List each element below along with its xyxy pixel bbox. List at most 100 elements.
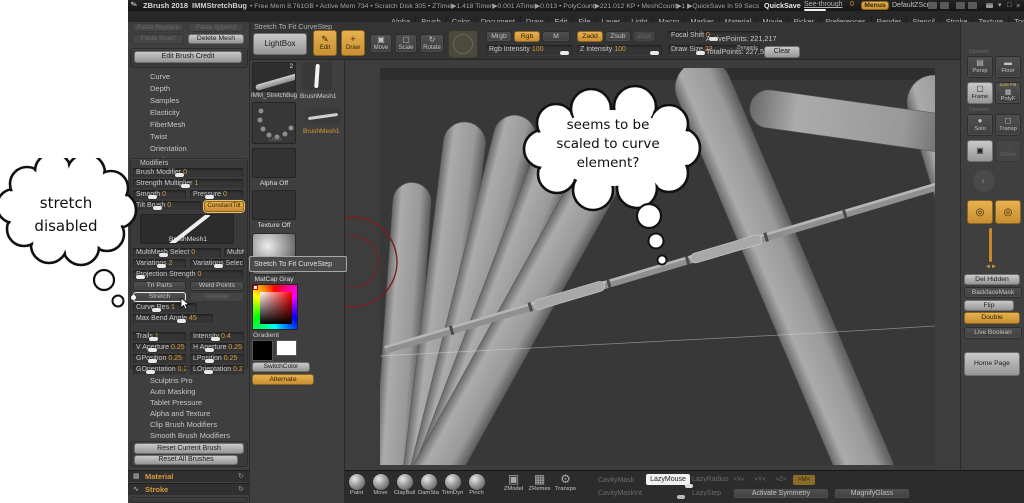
trails-slider[interactable]: Trails 1 [133, 332, 186, 342]
reset-all-brushes-button[interactable]: Reset All Brushes [134, 455, 238, 465]
projection-strength-slider[interactable]: Projection Strength 0 [133, 270, 243, 280]
z-intensity-slider[interactable]: Z Intensity 100 [577, 45, 662, 56]
persp-button[interactable]: ▤ Persp [967, 56, 993, 78]
section-alpha-and-texture[interactable]: Alpha and Texture [150, 409, 210, 418]
lazy-mouse-button[interactable]: LazyMouse [646, 474, 690, 485]
rgb-intensity-slider[interactable]: Rgb Intensity 100 [486, 45, 572, 56]
main-color-swatch[interactable] [252, 340, 273, 361]
section-fibermesh[interactable]: FiberMesh [150, 120, 185, 129]
intensity-slider[interactable]: Intensity 0.4 [190, 332, 244, 342]
draw-button[interactable]: + Draw [341, 30, 365, 56]
interface-icons-2[interactable] [940, 2, 949, 9]
section-smooth-brush-modifiers[interactable]: Smooth Brush Modifiers [150, 431, 230, 440]
floor-button[interactable]: ▬ Floor [995, 56, 1021, 78]
section-orientation[interactable]: Orientation [150, 144, 187, 153]
divider-handle-icon[interactable]: ◄► [985, 264, 997, 271]
imm-brush-thumb[interactable]: 2 [252, 62, 296, 92]
live-boolean-button[interactable]: Live Boolean [964, 327, 1022, 339]
section-tablet-pressure[interactable]: Tablet Pressure [150, 398, 202, 407]
double-button[interactable]: Double [964, 312, 1020, 324]
camera-button[interactable]: ▣ [967, 140, 993, 162]
brush-paint[interactable]: Paint [345, 473, 368, 501]
del-hidden-button[interactable]: Del Hidden [964, 274, 1020, 285]
restore-icon[interactable]: □ [1007, 2, 1011, 10]
transp-button[interactable]: ◻ Transp [995, 114, 1021, 136]
menus-button[interactable]: Menus [861, 1, 889, 10]
lposition-slider[interactable]: LPosition 0.25 [190, 354, 244, 364]
radial-symmetry-button[interactable]: ◎ [995, 200, 1021, 224]
variations-select-slider[interactable]: Variations Selec [190, 259, 244, 269]
pressure-slider[interactable]: Pressure 0 [190, 190, 243, 200]
quicksave-button[interactable]: QuickSave [764, 2, 801, 10]
brush-pinch[interactable]: Pinch [465, 473, 488, 501]
home-page-button[interactable]: Home Page [964, 352, 1020, 376]
zmodeler-tool[interactable]: ▣ ZModel [501, 472, 526, 501]
zremesher-tool[interactable]: ▦ ZRemes [527, 472, 552, 501]
section-sculptris-pro[interactable]: Sculptris Pro [150, 376, 193, 385]
brush-modifier-slider[interactable]: Brush Modifier 0 [133, 168, 243, 178]
transpose-tool[interactable]: ⚙ Transpo [553, 472, 578, 501]
stroke-refresh-icon[interactable]: ↻ [238, 486, 244, 494]
secondary-color-swatch[interactable] [276, 340, 297, 356]
backface-mask-button[interactable]: BackfaceMask [964, 287, 1022, 298]
minimize-icon[interactable]: ▾ [998, 2, 1002, 10]
v-aperture-slider[interactable]: V Aperture 0.25 [133, 343, 186, 353]
lock-icon[interactable] [986, 3, 993, 8]
move-button[interactable]: ▣ Move [370, 34, 392, 53]
dots-stroke-thumb[interactable]: Dots [252, 102, 296, 144]
frame-button[interactable]: ▢ Frame [967, 82, 993, 104]
brush-quick-icons-2[interactable] [968, 2, 977, 9]
gradient-label[interactable]: Gradient [253, 332, 279, 339]
texture-off-thumb[interactable] [252, 190, 296, 220]
focal-shift-slider[interactable] [611, 31, 617, 32]
multimesh-select-slider[interactable]: MultiMesh Select 0 [133, 248, 221, 258]
section-twist[interactable]: Twist [150, 132, 167, 141]
max-bend-angle-slider[interactable]: Max Bend Angle 45 [133, 314, 213, 324]
material-refresh-icon[interactable]: ↻ [238, 473, 244, 481]
section-auto-masking[interactable]: Auto Masking [150, 387, 195, 396]
smooth-slider[interactable]: Smooth 0 [133, 190, 186, 200]
variations-slider[interactable]: Variations 2 [133, 259, 186, 269]
brush-claybuildup[interactable]: ClayBuil [393, 473, 416, 501]
lorientation-slider[interactable]: LOrientation 0.2 [190, 365, 244, 375]
stretch-button[interactable]: Stretch [133, 292, 186, 302]
section-samples[interactable]: Samples [150, 96, 179, 105]
weld-points-button[interactable]: Weld Points [190, 281, 244, 291]
gposition-slider[interactable]: GPosition 0.25 [133, 354, 186, 364]
tri-parts-button[interactable]: Tri Parts [133, 281, 186, 291]
stroke-palette-row[interactable]: ∿ Stroke ↻ [128, 483, 250, 495]
color-picker[interactable] [252, 284, 298, 330]
alternate-button[interactable]: Alternate [252, 374, 314, 385]
strength-multiplier-slider[interactable]: Strength Multiplier 1 [133, 179, 243, 189]
close-icon[interactable]: × [1016, 1, 1020, 10]
flip-button[interactable]: Flip [964, 300, 1014, 311]
alpha-off-thumb[interactable] [252, 148, 296, 178]
rgb-button[interactable]: Rgb [514, 31, 540, 42]
modifiers-title[interactable]: Modifiers [140, 160, 168, 168]
brush-move[interactable]: Move [369, 473, 392, 501]
delete-mesh-button[interactable]: Delete Mesh [188, 34, 244, 44]
solo-button[interactable]: ● Solo [967, 114, 993, 136]
local-symmetry-button[interactable]: ◎ [967, 200, 993, 224]
m-button[interactable]: M [542, 31, 570, 42]
shelf-scrollbar[interactable] [989, 228, 992, 262]
edit-brush-credit-button[interactable]: Edit Brush Credit [134, 51, 242, 63]
polyf-button[interactable]: Line Fill ▦ PolyF [995, 82, 1021, 104]
constant-tilt-button[interactable]: ConstantTilt [204, 201, 244, 212]
brush-damstandard[interactable]: DamSta [417, 473, 440, 501]
scale-button[interactable]: ▢ Scale [395, 34, 417, 53]
edit-button[interactable]: ✎ Edit [313, 30, 337, 56]
color-picker-sv-square[interactable] [260, 292, 292, 324]
brushmesh-selected-thumb[interactable] [305, 108, 341, 124]
clear-button[interactable]: Clear [764, 46, 800, 58]
section-clip-brush-modifiers[interactable]: Clip Brush Modifiers [150, 420, 217, 429]
section-elasticity[interactable]: Elasticity [150, 108, 180, 117]
mrgb-button[interactable]: Mrgb [486, 31, 512, 42]
zsub-button[interactable]: Zsub [605, 31, 631, 42]
gorientation-slider[interactable]: GOrientation 0.2 [133, 365, 186, 375]
switch-color-button[interactable]: SwitchColor [252, 362, 310, 372]
activate-symmetry-button[interactable]: Activate Symmetry [733, 488, 829, 499]
sym-m-button[interactable]: >M< [793, 475, 815, 485]
h-aperture-slider[interactable]: H Aperture 0.25 [190, 343, 244, 353]
brush-preview-swatch[interactable] [448, 30, 478, 58]
